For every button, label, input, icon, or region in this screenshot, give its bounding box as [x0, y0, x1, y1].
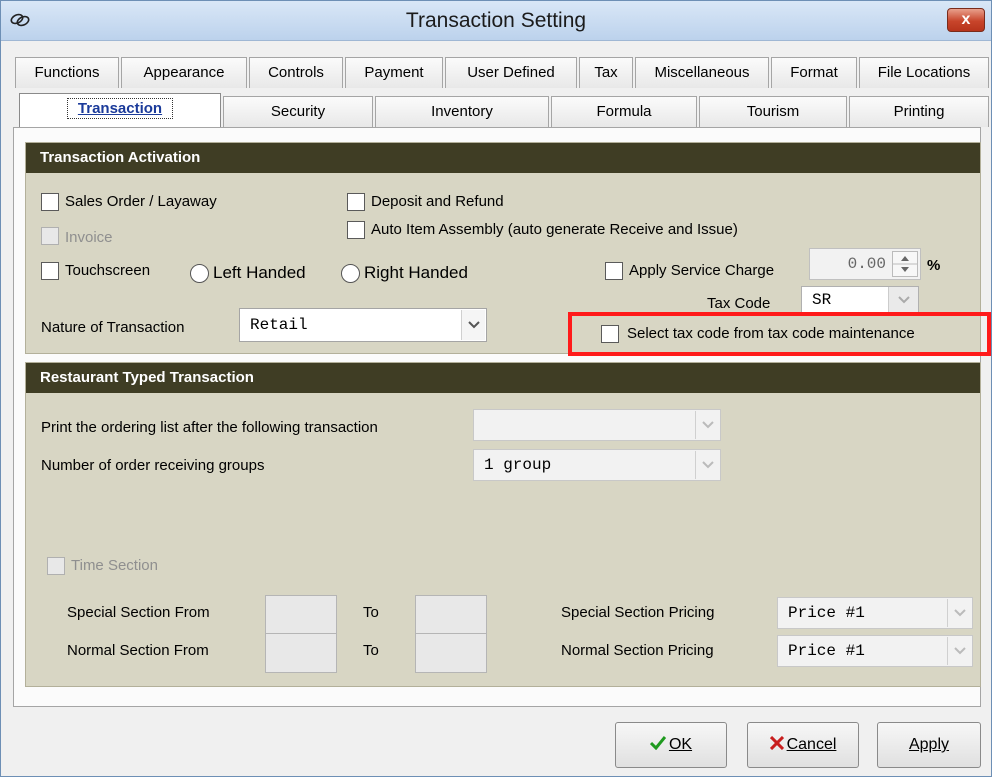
- tab-tourism[interactable]: Tourism: [699, 96, 847, 127]
- highlight-box: [568, 312, 991, 356]
- tab-miscellaneous[interactable]: Miscellaneous: [635, 57, 769, 88]
- touchscreen-label: Touchscreen: [65, 262, 151, 279]
- right-handed-label: Right Handed: [364, 263, 468, 282]
- nature-of-transaction-value: Retail: [250, 316, 308, 334]
- tab-security[interactable]: Security: [223, 96, 373, 127]
- print-ordering-label: Print the ordering list after the follow…: [41, 419, 378, 436]
- left-handed-radio[interactable]: [190, 264, 209, 283]
- tax-code-label: Tax Code: [707, 295, 771, 312]
- chevron-down-icon: [467, 321, 480, 329]
- nature-of-transaction-label: Nature of Transaction: [41, 319, 185, 336]
- touchscreen-checkbox[interactable]: [41, 262, 59, 280]
- apply-button-label: Apply: [908, 736, 950, 753]
- chevron-down-icon: [701, 421, 714, 429]
- special-to-input[interactable]: [415, 595, 487, 635]
- chevron-down-icon: [953, 647, 966, 655]
- cancel-x-icon: [769, 735, 784, 751]
- normal-section-from-label: Normal Section From: [67, 642, 209, 659]
- normal-to-label: To: [363, 642, 379, 659]
- ok-button[interactable]: OK: [615, 722, 727, 768]
- title-bar[interactable]: Transaction Setting x: [1, 1, 991, 41]
- nature-of-transaction-combo[interactable]: Retail: [239, 308, 487, 342]
- special-from-input[interactable]: [265, 595, 337, 635]
- deposit-refund-checkbox[interactable]: [347, 193, 365, 211]
- close-icon: x: [961, 11, 971, 28]
- invoice-label: Invoice: [65, 229, 113, 246]
- chevron-down-icon: [701, 461, 714, 469]
- special-pricing-dropdown-button[interactable]: [947, 599, 971, 627]
- special-section-pricing-label: Special Section Pricing: [561, 604, 715, 621]
- apply-button[interactable]: Apply: [877, 722, 981, 768]
- spinner-arrows-icon[interactable]: [892, 251, 918, 277]
- tab-inventory[interactable]: Inventory: [375, 96, 549, 127]
- tab-functions[interactable]: Functions: [15, 57, 119, 88]
- cancel-button[interactable]: Cancel: [747, 722, 859, 768]
- print-ordering-combo[interactable]: [473, 409, 721, 441]
- apply-service-charge-label: Apply Service Charge: [629, 262, 775, 279]
- normal-to-input[interactable]: [415, 633, 487, 673]
- special-pricing-combo[interactable]: Price #1: [777, 597, 973, 629]
- tab-printing[interactable]: Printing: [849, 96, 989, 127]
- sales-order-checkbox[interactable]: [41, 193, 59, 211]
- tax-code-dropdown-button[interactable]: [888, 287, 918, 313]
- print-ordering-dropdown-button[interactable]: [695, 411, 719, 439]
- chevron-down-icon: [897, 296, 910, 304]
- tab-transaction-label: Transaction: [66, 98, 174, 119]
- tab-user-defined[interactable]: User Defined: [445, 57, 577, 88]
- checkmark-icon: [649, 736, 667, 751]
- order-groups-dropdown-button[interactable]: [695, 451, 719, 479]
- deposit-refund-label: Deposit and Refund: [371, 193, 504, 210]
- special-to-label: To: [363, 604, 379, 621]
- normal-from-input[interactable]: [265, 633, 337, 673]
- window-title: Transaction Setting: [405, 9, 587, 32]
- normal-section-pricing-label: Normal Section Pricing: [561, 642, 714, 659]
- normal-pricing-dropdown-button[interactable]: [947, 637, 971, 665]
- tab-file-locations[interactable]: File Locations: [859, 57, 989, 88]
- time-section-label: Time Section: [71, 557, 158, 574]
- tab-appearance[interactable]: Appearance: [121, 57, 247, 88]
- cancel-button-label: Cancel: [786, 736, 837, 753]
- ok-button-label: OK: [668, 736, 693, 753]
- percent-label: %: [927, 257, 941, 274]
- auto-assembly-label: Auto Item Assembly (auto generate Receiv…: [371, 221, 738, 238]
- tax-code-value: SR: [812, 291, 832, 309]
- tab-formula[interactable]: Formula: [551, 96, 697, 127]
- normal-pricing-combo[interactable]: Price #1: [777, 635, 973, 667]
- tab-payment[interactable]: Payment: [345, 57, 443, 88]
- apply-service-charge-checkbox[interactable]: [605, 262, 623, 280]
- special-pricing-value: Price #1: [788, 604, 865, 622]
- time-section-checkbox[interactable]: [47, 557, 65, 575]
- transaction-setting-window: Transaction Setting x Functions Appearan…: [0, 0, 992, 777]
- left-handed-label: Left Handed: [213, 263, 306, 282]
- order-groups-combo[interactable]: 1 group: [473, 449, 721, 481]
- sales-order-label: Sales Order / Layaway: [65, 193, 217, 210]
- tab-transaction[interactable]: Transaction: [19, 93, 221, 127]
- normal-pricing-value: Price #1: [788, 642, 865, 660]
- service-charge-spinner[interactable]: 0.00: [809, 248, 921, 280]
- transaction-activation-header: Transaction Activation: [26, 143, 980, 173]
- order-groups-value: 1 group: [484, 456, 552, 474]
- auto-assembly-checkbox[interactable]: [347, 221, 365, 239]
- invoice-checkbox[interactable]: [41, 227, 59, 245]
- tab-controls[interactable]: Controls: [249, 57, 343, 88]
- right-handed-radio[interactable]: [341, 264, 360, 283]
- tab-tax[interactable]: Tax: [579, 57, 633, 88]
- tax-code-combo[interactable]: SR: [801, 286, 919, 314]
- nature-dropdown-button[interactable]: [461, 310, 485, 340]
- close-button[interactable]: x: [947, 8, 985, 32]
- tab-format[interactable]: Format: [771, 57, 857, 88]
- service-charge-value: 0.00: [847, 255, 886, 273]
- special-section-from-label: Special Section From: [67, 604, 210, 621]
- chevron-down-icon: [953, 609, 966, 617]
- order-groups-label: Number of order receiving groups: [41, 457, 265, 474]
- restaurant-transaction-header: Restaurant Typed Transaction: [26, 363, 980, 393]
